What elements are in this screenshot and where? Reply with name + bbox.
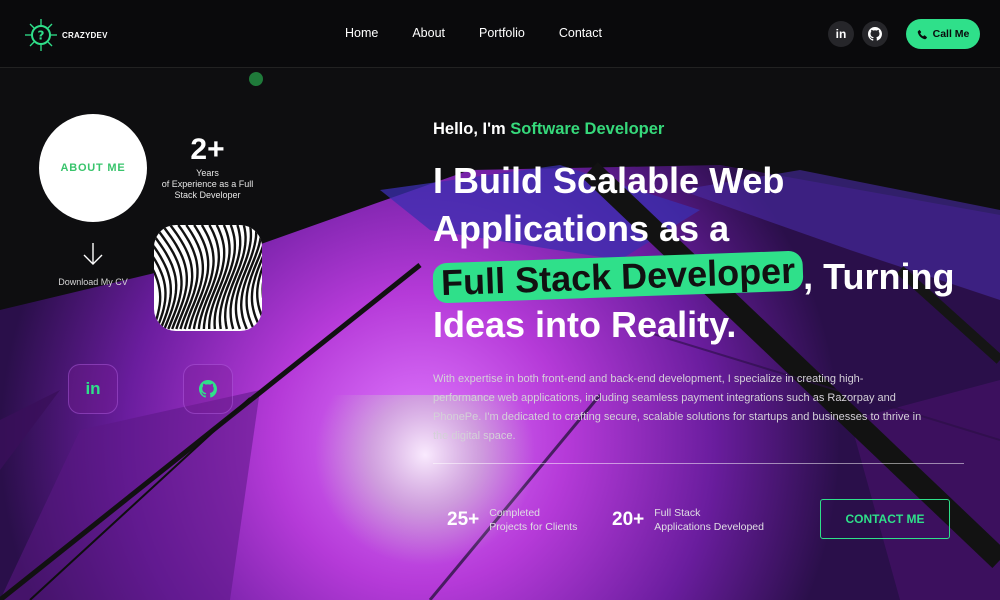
main-nav: Home About Portfolio Contact xyxy=(345,26,636,40)
experience-block: 2+ Years of Experience as a Full Stack D… xyxy=(150,134,265,201)
arrow-down-icon[interactable] xyxy=(82,242,104,266)
header-linkedin-button[interactable]: in xyxy=(828,21,854,47)
brand-logo[interactable]: ? CRAZYDEV xyxy=(24,18,108,52)
headline-line-2: Applications as a xyxy=(433,208,730,249)
stat-label: Full Stack Applications Developed xyxy=(654,506,764,534)
sidebar-github-button[interactable] xyxy=(183,364,233,414)
hero-headline: I Build Scalable Web Applications as a F… xyxy=(432,157,983,349)
stat-value: 25+ xyxy=(447,509,480,530)
headline-line-1: I Build Scalable Web xyxy=(433,160,785,201)
stat-applications: 20+ Full Stack Applications Developed xyxy=(612,506,764,534)
about-me-button[interactable]: ABOUT ME xyxy=(39,114,147,222)
years-value: 2+ xyxy=(190,133,225,166)
circuit-question-icon: ? xyxy=(25,19,57,51)
stat-label-line-2: Applications Developed xyxy=(654,521,764,533)
stat-label-line-1: Full Stack xyxy=(654,507,701,519)
hero-description: With expertise in both front-end and bac… xyxy=(433,373,922,442)
svg-text:?: ? xyxy=(38,29,45,43)
years-description: of Experience as a Full Stack Developer xyxy=(161,179,254,200)
stat-value: 20+ xyxy=(612,509,645,530)
linkedin-icon: in xyxy=(835,27,847,41)
stat-projects: 25+ Completed Projects for Clients xyxy=(447,506,577,534)
nav-portfolio[interactable]: Portfolio xyxy=(479,26,525,40)
headline-highlight: Full Stack Developer xyxy=(432,250,804,304)
linkedin-icon: in xyxy=(85,379,101,398)
call-me-button[interactable]: Call Me xyxy=(906,19,980,49)
header-github-button[interactable] xyxy=(862,21,888,47)
github-icon xyxy=(199,380,217,398)
headline-line-3: Full Stack Developer, Turning xyxy=(432,250,983,304)
github-icon xyxy=(868,27,882,41)
years-label: Years xyxy=(196,168,219,178)
phone-icon xyxy=(917,29,927,39)
contact-me-button[interactable]: CONTACT ME xyxy=(820,499,950,539)
call-me-label: Call Me xyxy=(932,28,970,40)
stat-label-line-1: Completed xyxy=(489,507,541,519)
decorative-dot xyxy=(249,72,263,86)
greeting: Hello, I'm Software Developer xyxy=(433,120,664,139)
wave-pattern-graphic xyxy=(154,225,262,331)
greeting-text: Hello, I'm xyxy=(433,120,511,138)
role-text: Software Developer xyxy=(510,120,665,138)
headline-line-4: Ideas into Reality. xyxy=(433,304,737,345)
nav-contact[interactable]: Contact xyxy=(559,26,602,40)
headline-after: , Turning xyxy=(803,256,955,297)
brand-name: CRAZYDEV xyxy=(62,30,108,40)
nav-about[interactable]: About xyxy=(412,26,445,40)
download-cv-link[interactable]: Download My CV xyxy=(40,277,146,287)
wave-lines xyxy=(154,225,262,330)
top-navbar: ? CRAZYDEV Home About Portfolio Contact … xyxy=(0,0,1000,68)
stat-label: Completed Projects for Clients xyxy=(489,506,577,534)
divider xyxy=(433,463,964,464)
sidebar-linkedin-button[interactable]: in xyxy=(68,364,118,414)
about-me-label: ABOUT ME xyxy=(60,162,126,174)
nav-home[interactable]: Home xyxy=(345,26,378,40)
stat-label-line-2: Projects for Clients xyxy=(489,521,578,533)
